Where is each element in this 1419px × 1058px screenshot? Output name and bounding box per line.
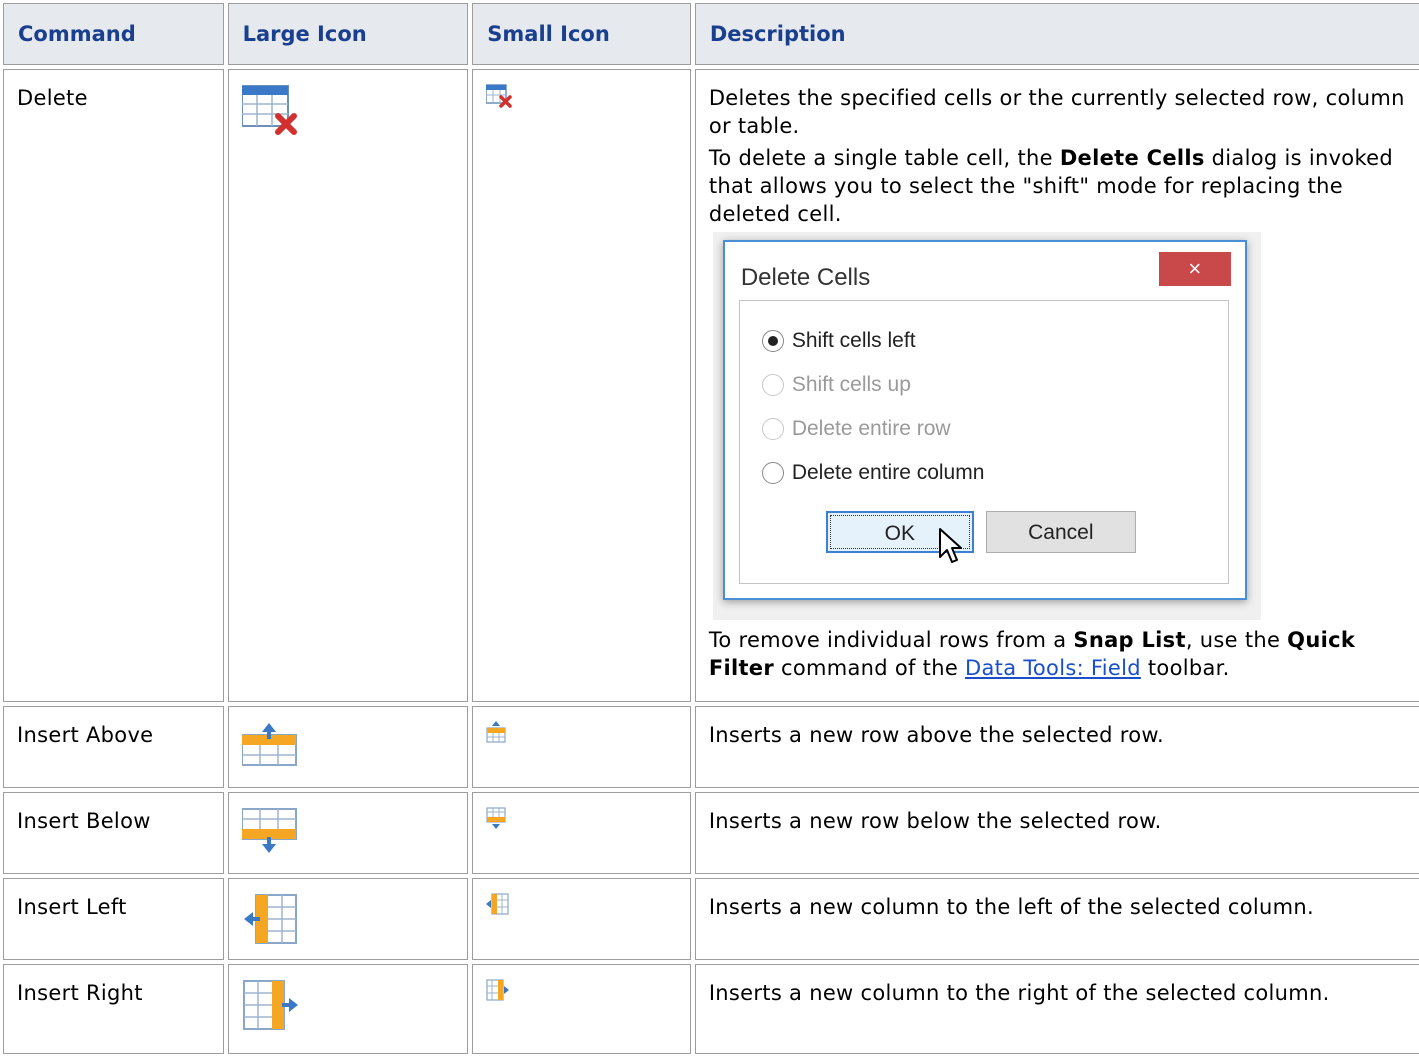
header-description: Description [694,3,1419,65]
table-row: Insert Above Inserts a new row above the… [3,706,1419,788]
small-icon-cell [472,792,691,874]
command-name: Insert Below [3,792,224,874]
command-name: Insert Left [3,878,224,960]
insert-column-right-icon [242,980,298,1030]
cancel-button[interactable]: Cancel [985,511,1136,553]
delete-cells-dialog: Delete Cells × Shift cells left Shift ce… [722,240,1247,600]
small-icon-cell [472,878,691,960]
radio-dot [761,330,784,352]
insert-column-left-icon [243,894,297,944]
radio-dot [761,374,784,396]
insert-row-below-icon [240,808,297,853]
description-text: Inserts a new row above the selected row… [694,706,1419,788]
close-button[interactable]: × [1158,252,1231,286]
insert-column-right-small-icon [486,979,510,1001]
large-icon-cell [227,964,469,1054]
insert-row-above-icon [240,723,297,766]
insert-column-left-small-icon [486,893,509,915]
dialog-title: Delete Cells [740,264,871,291]
description-cell: Deletes the specified cells or the curre… [694,69,1419,702]
header-small-icon: Small Icon [472,3,691,65]
data-tools-field-link[interactable]: Data Tools: Field [965,656,1141,680]
delete-cells-dialog-screenshot: Delete Cells × Shift cells left Shift ce… [712,232,1261,620]
radio-shift-cells-left[interactable]: Shift cells left [761,326,916,356]
small-icon-cell [472,964,691,1054]
description-text: Inserts a new row below the selected row… [694,792,1419,874]
insert-row-below-small-icon [486,807,506,829]
mouse-cursor-icon [938,528,962,563]
large-icon-cell [227,792,469,874]
table-row: Delete Deletes the specified cells or th… [3,69,1419,702]
header-large-icon: Large Icon [227,3,469,65]
radio-delete-entire-row: Delete entire row [761,414,951,444]
table-row: Insert Left Inserts a new column to the … [3,878,1419,960]
command-name: Insert Right [3,964,224,1054]
small-icon-cell [472,69,691,702]
command-name: Delete [3,69,224,702]
header-row: Command Large Icon Small Icon Descriptio… [3,3,1419,65]
large-icon-cell [227,69,469,702]
insert-row-above-small-icon [486,721,506,743]
radio-dot [761,418,784,440]
options-group: Shift cells left Shift cells up Delete e… [738,300,1229,584]
description-text: Deletes the specified cells or the curre… [708,86,1405,138]
table-delete-small-icon [485,84,513,108]
table-row: Insert Right Inserts a new column to the… [3,964,1419,1054]
radio-shift-cells-up: Shift cells up [761,370,911,400]
description-text: Inserts a new column to the right of the… [694,964,1419,1054]
large-icon-cell [227,878,469,960]
header-command: Command [3,3,224,65]
table-delete-icon [240,85,297,135]
small-icon-cell [472,706,691,788]
radio-dot [761,462,784,484]
commands-table: Command Large Icon Small Icon Descriptio… [0,0,1419,1058]
table-row: Insert Below Inserts a new row below the… [3,792,1419,874]
description-text: To delete a single table cell, the Delet… [708,146,1394,226]
command-name: Insert Above [3,706,224,788]
radio-delete-entire-column[interactable]: Delete entire column [761,458,984,488]
large-icon-cell [227,706,469,788]
description-text: Inserts a new column to the left of the … [694,878,1419,960]
description-text: To remove individual rows from a Snap Li… [708,628,1356,680]
